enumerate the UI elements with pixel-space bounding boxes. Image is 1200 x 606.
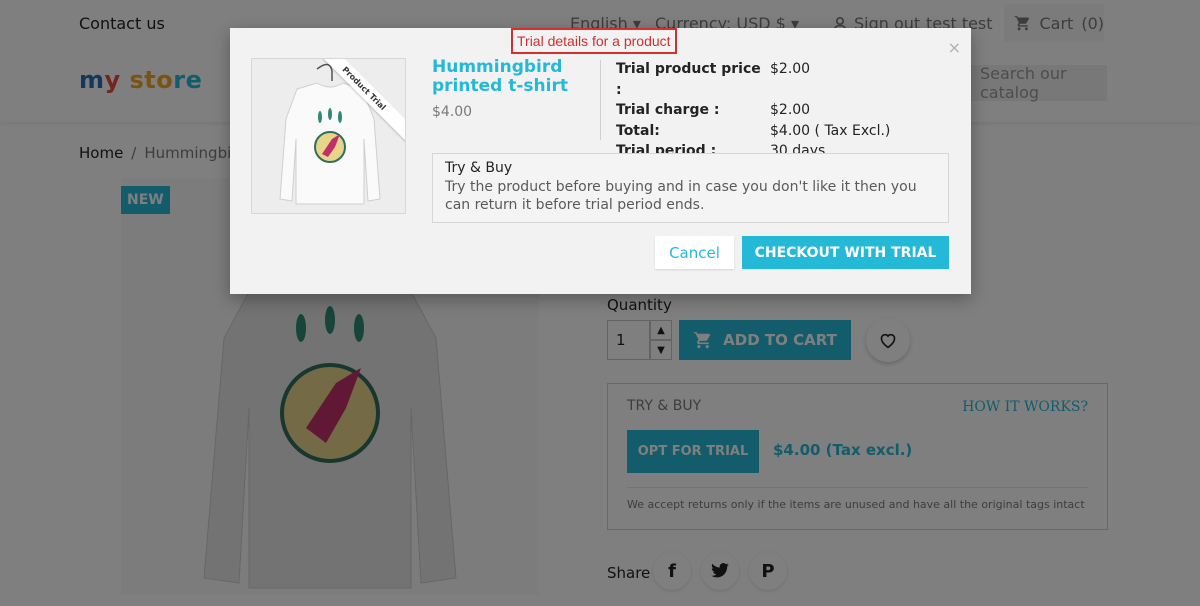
trial-detail-value: $2.00 (770, 102, 811, 118)
modal-product-price: $4.00 (432, 104, 473, 120)
divider (600, 60, 601, 140)
trial-detail-row: Trial charge : $2.00 (616, 100, 890, 121)
cancel-button[interactable]: Cancel (655, 236, 734, 269)
trial-detail-row: Total: $4.00 ( Tax Excl.) (616, 121, 890, 142)
modal-heading: Trial details for a product (511, 28, 677, 54)
modal-product-name[interactable]: Hummingbird printed t-shirt (432, 58, 582, 96)
modal-product-image: Product Trial (251, 58, 406, 214)
try-and-buy-info-box: Try & Buy Try the product before buying … (432, 153, 949, 223)
tshirt-image (279, 63, 381, 205)
trial-details-list: Trial product price : $2.00 Trial charge … (616, 59, 890, 162)
info-text: Try the product before buying and in cas… (445, 178, 917, 214)
trial-detail-label: Trial charge : (616, 102, 720, 118)
checkout-with-trial-button[interactable]: CHECKOUT WITH TRIAL (742, 236, 949, 269)
trial-detail-value: $4.00 ( Tax Excl.) (770, 122, 891, 139)
close-icon[interactable]: × (948, 38, 961, 57)
info-title: Try & Buy (445, 160, 513, 176)
trial-detail-label: Total: (616, 122, 660, 139)
trial-detail-value: $2.00 (770, 61, 811, 77)
trial-details-modal: Trial details for a product × Product Tr… (230, 28, 971, 294)
trial-detail-row: Trial product price : $2.00 (616, 59, 890, 100)
trial-detail-label: Trial product price : (616, 61, 761, 98)
